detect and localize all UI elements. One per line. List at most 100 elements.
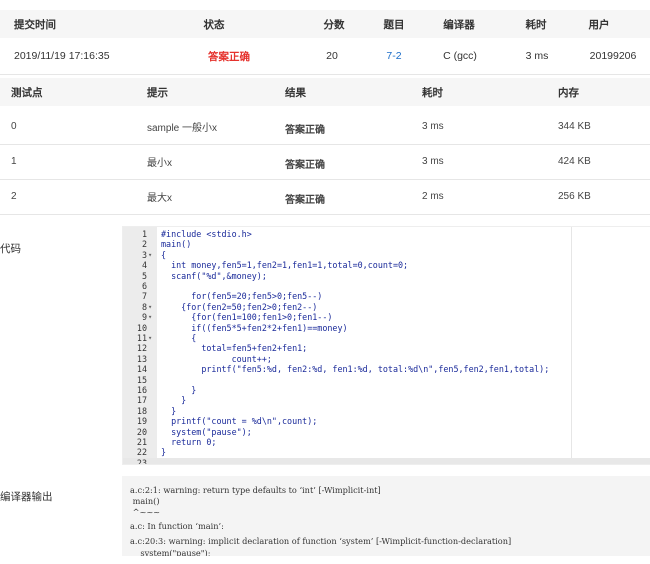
line-number: 21: [136, 437, 147, 447]
header-time: 耗时: [422, 86, 443, 99]
code-line: 7 for(fen5=20;fen5>0;fen5--): [123, 291, 650, 301]
header-duration: 耗时: [525, 18, 547, 31]
line-number: 9: [141, 312, 147, 323]
line-number: 2: [141, 239, 147, 250]
code-text: }: [161, 385, 197, 395]
code-text: scanf("%d",&money);: [161, 270, 267, 281]
problem-link[interactable]: 7-2: [386, 38, 401, 74]
status-badge: 答案正确: [208, 50, 250, 63]
line-number: 12: [136, 343, 147, 354]
submit-time: 2019/11/19 17:16:35: [14, 50, 110, 62]
test-id: 2: [11, 190, 17, 202]
compiler-output-line: main(): [130, 496, 160, 506]
fold-toggle-icon[interactable]: ▾: [148, 312, 156, 322]
test-result: 答案正确: [285, 159, 325, 171]
table-row: 2 最大x 答案正确 2 ms 256 KB: [0, 178, 650, 215]
summary-table-header: 提交时间 状态 分数 题目 编译器 耗时 用户: [0, 10, 650, 38]
table-row: 0 sample 一般小x 答案正确 3 ms 344 KB: [0, 108, 650, 145]
compiler-output: a.c:2:1: warning: return type defaults t…: [122, 476, 650, 556]
test-result: 答案正确: [285, 194, 325, 206]
code-line: 11 ▾ {: [123, 333, 650, 343]
test-hint: sample 一般小x: [147, 122, 218, 134]
code-text: {for(fen2=50;fen2>0;fen2--): [161, 301, 318, 312]
code-text: main(): [161, 239, 192, 250]
code-line: 3 ▾ {: [123, 250, 650, 260]
code-line: 6: [123, 281, 650, 291]
code-text: {: [161, 249, 167, 260]
code-line: 21 return 0;: [123, 437, 650, 447]
header-compiler: 编译器: [443, 18, 475, 31]
code-line: 13 count++;: [123, 354, 650, 364]
test-result: 答案正确: [285, 124, 325, 136]
header-score: 分数: [323, 18, 345, 31]
compiler-output-line: a.c:20:3: warning: implicit declaration …: [130, 536, 512, 546]
table-row: 1 最小x 答案正确 3 ms 424 KB: [0, 143, 650, 180]
user-value: 20199206: [589, 50, 637, 62]
tests-table-header: 测试点 提示 结果 耗时 内存: [0, 78, 650, 106]
test-time: 2 ms: [422, 190, 444, 202]
header-problem: 题目: [383, 18, 405, 31]
line-number: 8: [141, 301, 147, 312]
test-time: 3 ms: [422, 120, 444, 132]
header-test-id: 测试点: [11, 86, 43, 99]
header-result: 结果: [285, 86, 306, 99]
code-text: count++;: [161, 353, 272, 364]
code-line: 17 }: [123, 395, 650, 405]
code-line: 14 printf("fen5:%d, fen2:%d, fen1:%d, to…: [123, 364, 650, 374]
code-line: 18 }: [123, 406, 650, 416]
code-section-label: 代码: [0, 243, 21, 255]
code-line: 4 int money,fen5=1,fen2=1,fen1=1,total=0…: [123, 260, 650, 270]
test-hint: 最大x: [147, 192, 172, 204]
code-line: 9 ▾ {for(fen1=100;fen1>0;fen1--): [123, 312, 650, 322]
code-line: 23: [123, 457, 650, 464]
compiler-output-line: a.c:2:1: warning: return type defaults t…: [130, 485, 381, 495]
test-memory: 256 KB: [558, 190, 591, 202]
line-number: 13: [136, 353, 147, 364]
fold-toggle-icon[interactable]: ▾: [148, 250, 156, 260]
code-text: }: [161, 395, 187, 406]
fold-toggle-icon[interactable]: ▾: [148, 333, 156, 343]
compiler-output-line: system("pause");: [130, 548, 211, 556]
compiler-output-line: a.c: In function ‘main’:: [130, 521, 224, 531]
summary-row: 2019/11/19 17:16:35 答案正确 20 7-2 C (gcc) …: [0, 38, 650, 75]
code-text: system("pause");: [161, 426, 252, 437]
code-text: {for(fen1=100;fen1>0;fen1--): [161, 312, 333, 323]
line-number: 10: [136, 322, 147, 333]
code-text: if((fen5*5+fen2*2+fen1)==money): [161, 322, 348, 333]
line-number: 3: [141, 249, 147, 260]
line-number: 16: [136, 385, 147, 395]
compiler-section-label: 编译器输出: [0, 491, 53, 503]
code-text: printf("count = %d\n",count);: [161, 416, 318, 427]
code-editor[interactable]: 1 #include <stdio.h> 2 main() 3 ▾{4 int money…: [122, 226, 650, 465]
code-line: 2 main(): [123, 239, 650, 249]
code-line: 1 #include <stdio.h>: [123, 229, 650, 239]
code-line: 10 if((fen5*5+fen2*2+fen1)==money): [123, 323, 650, 333]
code-text: return 0;: [161, 437, 217, 447]
test-id: 0: [11, 120, 17, 132]
test-id: 1: [11, 155, 17, 167]
line-number: 4: [141, 260, 147, 271]
line-number: 19: [136, 416, 147, 427]
code-text: }: [161, 447, 167, 458]
header-hint: 提示: [147, 86, 168, 99]
header-status: 状态: [203, 18, 225, 31]
code-text: int money,fen5=1,fen2=1,fen1=1,total=0,c…: [161, 260, 409, 271]
test-memory: 424 KB: [558, 155, 591, 167]
line-number: 11: [136, 333, 147, 343]
code-line: 12 total=fen5+fen2+fen1;: [123, 343, 650, 353]
line-number: 5: [141, 270, 147, 281]
code-text: {: [161, 333, 197, 343]
fold-toggle-icon[interactable]: ▾: [148, 302, 156, 312]
header-memory: 内存: [558, 86, 579, 99]
code-line: 5 scanf("%d",&money);: [123, 271, 650, 281]
line-number: 17: [136, 395, 147, 406]
code-text: total=fen5+fen2+fen1;: [161, 343, 308, 354]
line-number: 15: [136, 374, 147, 385]
score-value: 20: [326, 50, 338, 62]
line-number: 1: [141, 229, 147, 239]
code-text: for(fen5=20;fen5>0;fen5--): [161, 291, 323, 302]
code-line: 8 ▾ {for(fen2=50;fen2>0;fen2--): [123, 302, 650, 312]
line-number: 14: [136, 364, 147, 375]
line-number: 20: [136, 426, 147, 437]
code-line: 22}: [123, 447, 650, 457]
